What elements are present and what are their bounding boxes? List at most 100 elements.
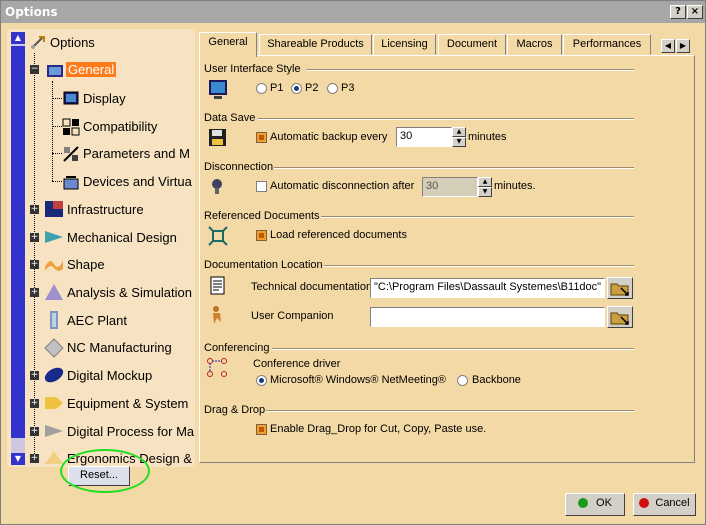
netmeeting-label: Microsoft® Windows® NetMeeting® [270,374,446,386]
browse-folder-icon[interactable] [607,306,633,328]
technical-documentation-input[interactable]: "C:\Program Files\Dassault Systemes\B11d… [370,278,605,298]
disconnect-bulb-icon [207,176,229,198]
backbone-label: Backbone [472,374,521,386]
style-p2-radio[interactable] [291,83,302,94]
scroll-thumb[interactable] [11,46,25,438]
tree-item-display[interactable]: Display [83,91,126,106]
analysis-simulation-icon [44,283,63,301]
browse-folder-icon[interactable] [607,277,633,299]
expander-icon[interactable]: + [30,233,39,242]
expander-icon[interactable]: + [30,260,39,269]
scroll-down-arrow-icon[interactable]: ▼ [11,453,25,465]
tree-line [52,153,62,154]
cancel-label: Cancel [655,497,690,509]
tree-item-infrastructure[interactable]: Infrastructure [67,202,144,217]
expander-icon[interactable]: + [30,399,39,408]
tree-line [52,181,62,182]
aec-plant-icon [44,310,62,329]
user-companion-input[interactable] [370,307,605,327]
close-button[interactable]: × [687,5,703,19]
separator [274,167,634,169]
tree-line [52,98,62,99]
disconnect-interval-spinner[interactable]: ▲ ▼ [478,177,492,197]
tab-document[interactable]: Document [438,34,506,55]
ok-button[interactable]: OK [565,493,625,516]
cancel-button[interactable]: Cancel [633,493,696,516]
ergonomics-icon [44,449,63,467]
tab-performances[interactable]: Performances [563,34,651,55]
tree-item-equipment-systems[interactable]: Equipment & System [67,396,188,411]
style-p3-radio[interactable] [327,83,338,94]
expander-icon[interactable]: + [30,288,39,297]
options-root-icon [29,34,47,52]
user-companion-label: User Companion [251,310,334,322]
shape-icon [44,255,63,273]
section-title-referenced-documents: Referenced Documents [204,210,320,222]
netmeeting-radio[interactable] [256,375,267,386]
expander-icon[interactable]: + [30,427,39,436]
backup-interval-input[interactable]: 30 [396,127,452,147]
tab-scroll-left-icon[interactable]: ◀ [661,39,675,53]
tree-line [52,126,62,127]
digital-process-icon [44,422,63,440]
mechanical-design-icon [44,228,63,246]
separator [266,410,634,412]
tree-item-aec-plant[interactable]: AEC Plant [67,313,127,328]
section-title-drag-drop: Drag & Drop [204,404,266,416]
technical-documentation-label: Technical documentation [251,281,373,293]
conference-network-icon [206,357,228,379]
compatibility-icon [62,118,80,136]
auto-backup-label: Automatic backup every [270,131,388,143]
tree-line [52,81,53,181]
document-icon [207,275,229,297]
tree-item-compatibility[interactable]: Compatibility [83,119,157,134]
separator [321,216,634,218]
tree-item-parameters[interactable]: Parameters and M [83,146,190,161]
tab-licensing[interactable]: Licensing [373,34,436,55]
auto-disconnect-checkbox[interactable] [256,181,267,192]
tree-item-devices[interactable]: Devices and Virtua [83,174,192,189]
conference-driver-label: Conference driver [253,358,341,370]
monitor-icon [207,78,229,100]
digital-mockup-icon [43,365,64,383]
separator [306,69,634,71]
tab-macros[interactable]: Macros [507,34,562,55]
tree-item-digital-process[interactable]: Digital Process for Ma [67,424,194,439]
backbone-radio[interactable] [457,375,468,386]
section-title-conferencing: Conferencing [204,342,270,354]
ok-label: OK [596,497,612,509]
tree-item-shape[interactable]: Shape [67,257,105,272]
equipment-systems-icon [44,394,63,412]
enable-drag-drop-checkbox[interactable] [256,424,267,435]
enable-drag-drop-label: Enable Drag_Drop for Cut, Copy, Paste us… [270,423,487,435]
nc-manufacturing-icon [44,338,64,358]
expander-icon[interactable]: + [30,454,39,463]
tab-general[interactable]: General [199,32,257,57]
cancel-icon [639,498,650,509]
tree-item-digital-mockup[interactable]: Digital Mockup [67,368,152,383]
disconnect-unit-label: minutes. [494,180,536,192]
help-button[interactable]: ? [670,5,686,19]
auto-disconnect-label: Automatic disconnection after [270,180,415,192]
display-icon [62,90,80,108]
tab-scroll-right-icon[interactable]: ▶ [676,39,690,53]
expander-icon[interactable]: + [30,205,39,214]
tree-item-general[interactable]: General [66,62,117,77]
tree-item-nc-manufacturing[interactable]: NC Manufacturing [67,340,172,355]
tree-scrollbar[interactable]: ▲ ▼ [11,32,25,465]
scroll-up-arrow-icon[interactable]: ▲ [11,32,25,44]
load-referenced-docs-checkbox[interactable] [256,230,267,241]
expander-icon[interactable]: − [30,65,39,74]
style-p1-radio[interactable] [256,83,267,94]
expander-icon[interactable]: + [30,371,39,380]
tree-item-analysis-simulation[interactable]: Analysis & Simulation [67,285,192,300]
backup-interval-spinner[interactable]: ▲ ▼ [452,127,466,147]
window-title: Options [5,5,58,19]
auto-backup-checkbox[interactable] [256,132,267,143]
disconnect-interval-input[interactable]: 30 [422,177,478,197]
tree-root-label[interactable]: Options [50,35,95,50]
highlight-ellipse [60,449,150,493]
referenced-documents-icon [207,225,229,247]
tree-item-mechanical-design[interactable]: Mechanical Design [67,230,177,245]
tab-shareable-products[interactable]: Shareable Products [259,34,372,55]
